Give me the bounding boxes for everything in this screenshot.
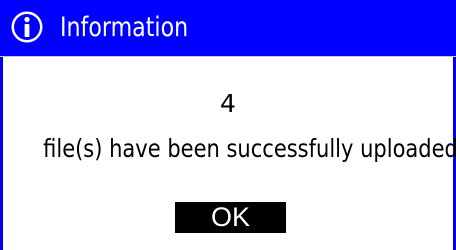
info-icon [11, 11, 43, 43]
message-line: file(s) have been successfully uploaded. [3, 132, 456, 166]
ok-button[interactable]: OK [175, 202, 286, 233]
information-dialog: Information 4 file(s) have been successf… [0, 0, 456, 250]
dialog-title-bar: Information [0, 0, 456, 57]
dialog-message: file(s) have been successfully uploaded. [43, 134, 456, 163]
upload-count: 4 [220, 89, 236, 118]
dialog-title: Information [60, 12, 189, 43]
